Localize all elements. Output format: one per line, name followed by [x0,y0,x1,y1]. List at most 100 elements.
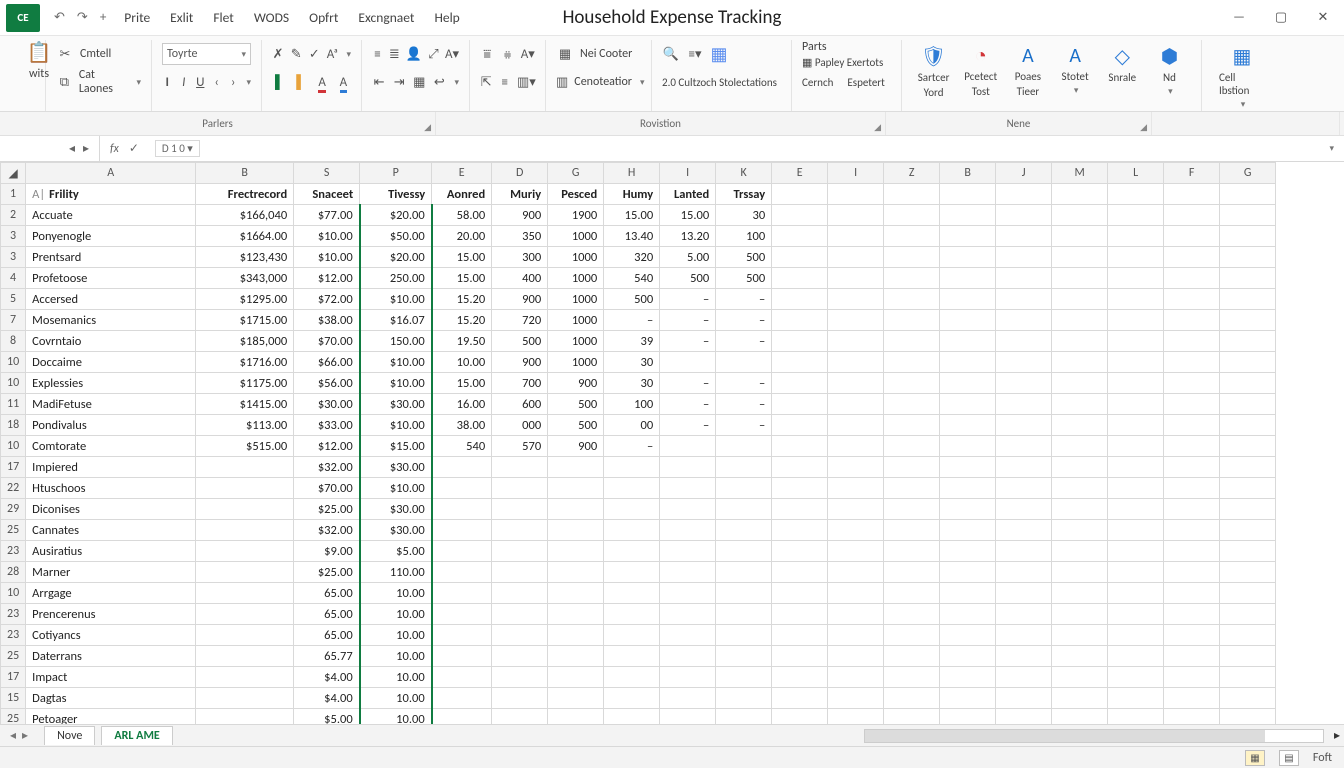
cell[interactable] [940,646,996,667]
cell[interactable] [1108,310,1164,331]
cell[interactable] [716,499,772,520]
cell[interactable]: – [604,436,660,457]
cell[interactable]: 38.00 [432,415,492,436]
cell[interactable] [940,394,996,415]
cell[interactable] [1108,352,1164,373]
cell[interactable] [548,667,604,688]
cell[interactable] [1052,205,1108,226]
cell[interactable] [196,583,294,604]
header-cell[interactable] [1220,184,1276,205]
cell[interactable] [1164,541,1220,562]
cell[interactable]: $70.00 [294,478,360,499]
scroll-right-icon[interactable]: ▸ [1334,728,1340,743]
cell[interactable]: 00 [604,415,660,436]
cell[interactable] [432,604,492,625]
cell[interactable]: 400 [492,268,548,289]
cell[interactable] [1052,310,1108,331]
col-header[interactable]: G [548,163,604,184]
cell[interactable] [772,541,828,562]
cell[interactable] [1108,415,1164,436]
merge-icon[interactable]: ▦ [412,75,426,90]
menu-item[interactable]: Prite [124,9,150,26]
case-icon[interactable]: Aᵃ [326,47,338,62]
cell[interactable] [996,205,1052,226]
cell[interactable]: Ponyenogle [26,226,196,247]
cell[interactable] [1164,310,1220,331]
cell[interactable] [884,520,940,541]
cell[interactable] [828,373,884,394]
cell[interactable] [432,625,492,646]
cell[interactable]: $343,000 [196,268,294,289]
cell[interactable] [604,625,660,646]
cell[interactable] [1164,394,1220,415]
cell[interactable] [828,352,884,373]
cell[interactable]: 10.00 [360,583,432,604]
cell[interactable] [660,352,716,373]
cell[interactable] [772,478,828,499]
cell[interactable] [604,667,660,688]
header-cell[interactable]: Tivessy [360,184,432,205]
header-cell[interactable]: Pesced [548,184,604,205]
cell[interactable] [1164,499,1220,520]
col-header[interactable]: L [1108,163,1164,184]
cell[interactable]: Doccaime [26,352,196,373]
cell[interactable] [1220,436,1276,457]
cell[interactable] [1220,667,1276,688]
cell[interactable] [996,688,1052,709]
cell[interactable] [884,310,940,331]
cell[interactable]: Marner [26,562,196,583]
cell[interactable] [196,478,294,499]
cell[interactable] [1052,373,1108,394]
cell[interactable] [1220,310,1276,331]
cell[interactable]: – [716,415,772,436]
cell[interactable] [772,583,828,604]
cell[interactable] [716,688,772,709]
font-more-icon[interactable]: ▾ [247,77,252,88]
cell[interactable]: 150.00 [360,331,432,352]
cell[interactable] [604,709,660,725]
cell[interactable] [1220,394,1276,415]
align-top-icon[interactable]: ≡ [372,47,383,62]
cell-ref-box[interactable]: D 1 0 ▾ [155,140,200,157]
cell[interactable] [1052,457,1108,478]
cell[interactable] [432,583,492,604]
cell[interactable]: $1415.00 [196,394,294,415]
cell[interactable] [1164,226,1220,247]
cell[interactable] [716,541,772,562]
cell[interactable] [996,310,1052,331]
cell[interactable]: $12.00 [294,436,360,457]
header-cell[interactable] [1108,184,1164,205]
cell[interactable]: 10.00 [360,688,432,709]
cell[interactable] [1052,436,1108,457]
cell[interactable] [940,478,996,499]
cell[interactable] [940,352,996,373]
cell[interactable]: Htuschoos [26,478,196,499]
underline-button[interactable]: U [195,75,206,90]
cell[interactable]: – [660,331,716,352]
menu-item[interactable]: WODS [254,9,289,26]
wrap-icon[interactable]: ↩ [432,75,446,90]
cell[interactable]: $66.00 [294,352,360,373]
cell[interactable] [996,541,1052,562]
cell[interactable]: 30 [716,205,772,226]
cell[interactable]: 500 [716,247,772,268]
cell[interactable] [996,499,1052,520]
cell[interactable] [1220,289,1276,310]
cell[interactable] [940,247,996,268]
cell[interactable] [828,583,884,604]
cell[interactable] [1164,583,1220,604]
cell[interactable]: $10.00 [360,352,432,373]
cell[interactable] [1220,268,1276,289]
paste-b[interactable]: Espetert [847,76,884,89]
cell[interactable] [884,457,940,478]
cell[interactable]: 500 [548,415,604,436]
cell[interactable] [1220,331,1276,352]
cell[interactable] [996,436,1052,457]
cell[interactable] [884,625,940,646]
cell[interactable]: 65.00 [294,583,360,604]
cell[interactable] [828,394,884,415]
cell[interactable] [660,541,716,562]
header-cell[interactable]: Lanted [660,184,716,205]
header-cell[interactable]: A|Frility [26,184,196,205]
cell[interactable] [884,667,940,688]
